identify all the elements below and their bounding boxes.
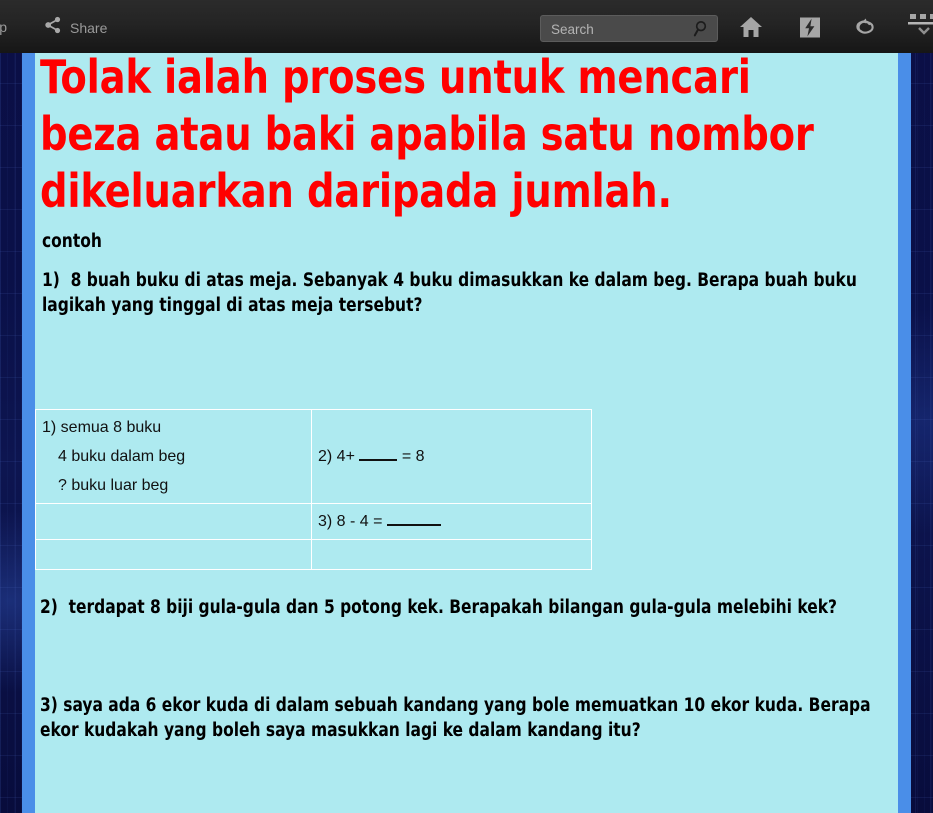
help-menu-item[interactable]: elp — [0, 19, 7, 35]
flash-icon[interactable] — [795, 14, 825, 40]
question-3: 3) saya ada 6 ekor kuda di dalam sebuah … — [40, 695, 876, 741]
table-cell-empty-right-2 — [311, 539, 592, 570]
share-icon — [44, 16, 62, 39]
search-input[interactable] — [549, 16, 693, 43]
table-row: 1) semua 8 buku 4 buku dalam beg ? buku … — [35, 409, 592, 504]
table-cell-equation-subtraction: 3) 8 - 4 = — [311, 503, 592, 540]
table-cell-empty-left-2 — [35, 539, 312, 570]
slide-title: Tolak ialah proses untuk mencari beza at… — [40, 50, 827, 218]
slide-content-panel: Tolak ialah proses untuk mencari beza at… — [35, 41, 898, 813]
question-2: 2) terdapat 8 biji gula-gula dan 5 poton… — [40, 597, 837, 618]
table-row: 3) 8 - 4 = — [35, 503, 592, 540]
search-icon[interactable] — [693, 20, 710, 43]
table-row — [35, 539, 592, 570]
fact-line-1: 1) semua 8 buku — [42, 419, 162, 436]
share-label: Share — [70, 19, 108, 36]
right-accent-bar — [898, 41, 911, 813]
equation-3-prefix: 3) 8 - 4 = — [318, 512, 383, 530]
screen-root: elp Share — [0, 0, 933, 813]
top-toolbar: elp Share — [0, 0, 933, 53]
equation-2-suffix: = 8 — [401, 447, 425, 465]
search-box[interactable] — [540, 15, 718, 43]
slide-canvas: Tolak ialah proses untuk mencari beza at… — [0, 41, 933, 813]
home-icon[interactable] — [736, 14, 766, 40]
loop-icon[interactable] — [850, 14, 880, 40]
equation-3-blank — [386, 523, 441, 526]
table-cell-facts: 1) semua 8 buku 4 buku dalam beg ? buku … — [35, 409, 312, 504]
equation-2-blank — [359, 458, 398, 461]
table-cell-equation-addition: 2) 4+ = 8 — [311, 409, 592, 504]
left-accent-bar — [22, 41, 35, 813]
example-label: contoh — [42, 231, 102, 252]
fact-line-3: ? buku luar beg — [58, 477, 169, 494]
fact-line-2: 4 buku dalam beg — [58, 448, 186, 465]
table-cell-empty-left — [35, 503, 312, 540]
more-options-icon[interactable] — [906, 11, 933, 37]
share-button[interactable]: Share — [44, 16, 107, 39]
question-1: 1) 8 buah buku di atas meja. Sebanyak 4 … — [42, 270, 863, 316]
worked-example-table: 1) semua 8 buku 4 buku dalam beg ? buku … — [35, 409, 592, 570]
equation-2-prefix: 2) 4+ — [318, 447, 355, 465]
